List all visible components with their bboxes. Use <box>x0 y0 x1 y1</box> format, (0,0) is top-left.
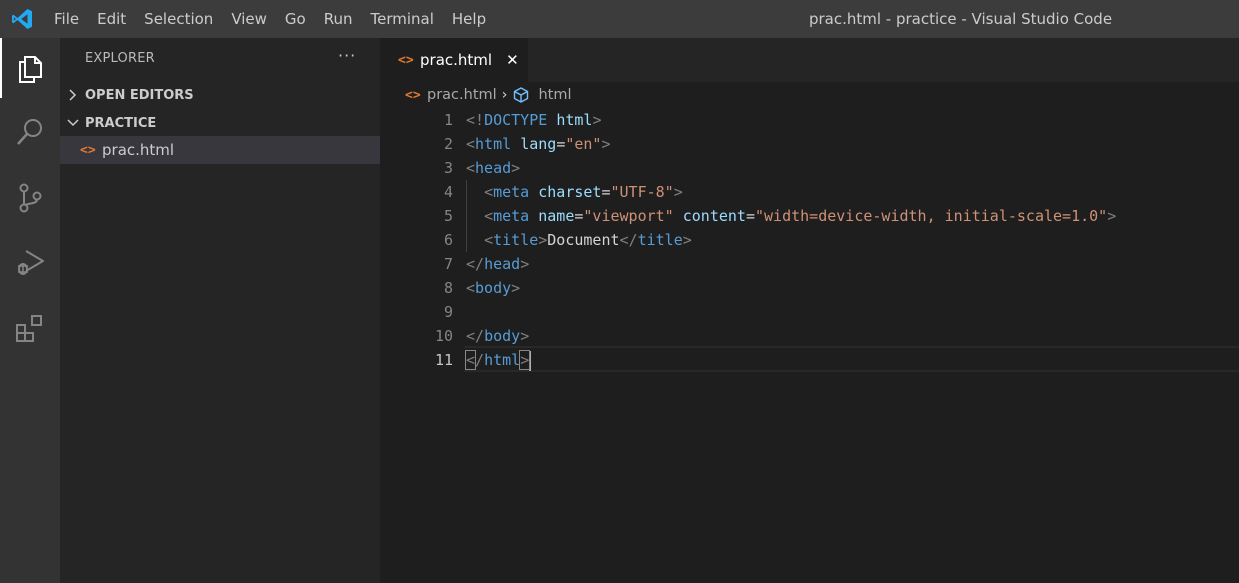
code-line: 6 <title>Document</title> <box>380 228 1239 252</box>
source-control-icon <box>19 183 42 213</box>
practice-folder-section[interactable]: PRACTICE <box>60 111 380 135</box>
code-text: </html> <box>464 350 532 371</box>
tab-label: prac.html <box>420 51 493 69</box>
code-line-current: 11 </html> <box>380 348 1239 372</box>
chevron-right-icon <box>61 83 85 107</box>
menu-selection[interactable]: Selection <box>144 10 213 28</box>
line-number: 11 <box>434 351 453 369</box>
code-line: 9 <box>380 300 1239 324</box>
chevron-down-icon <box>61 111 85 135</box>
code-text: <title>Document</title> <box>484 231 692 249</box>
code-text: <head> <box>466 159 521 177</box>
line-number: 6 <box>443 231 453 249</box>
code-text: <body> <box>466 279 521 297</box>
practice-folder-label: PRACTICE <box>85 115 157 131</box>
line-number: 1 <box>443 111 453 129</box>
code-text: </body> <box>466 327 530 345</box>
line-number: 9 <box>443 303 453 321</box>
activity-bar <box>0 38 60 583</box>
breadcrumb-symbol[interactable]: html <box>538 87 571 103</box>
line-number: 4 <box>443 183 453 201</box>
explorer-icon <box>19 56 42 83</box>
menu-terminal[interactable]: Terminal <box>371 10 434 28</box>
activity-source-control[interactable] <box>0 168 60 228</box>
menu-edit[interactable]: Edit <box>97 10 126 28</box>
activity-extensions[interactable] <box>0 298 60 358</box>
run-debug-icon <box>18 250 44 275</box>
code-text: <meta charset="UTF-8"> <box>484 183 683 201</box>
code-text: <html lang="en"> <box>466 135 611 153</box>
line-number: 7 <box>443 255 453 273</box>
close-icon[interactable]: ✕ <box>506 51 519 69</box>
explorer-title: EXPLORER <box>85 51 155 66</box>
line-number: 2 <box>443 135 453 153</box>
activity-run-debug[interactable] <box>0 232 60 292</box>
line-number: 8 <box>443 279 453 297</box>
code-text: <!DOCTYPE html> <box>466 111 602 129</box>
more-actions-icon[interactable]: ··· <box>338 46 356 65</box>
search-icon <box>17 119 42 145</box>
line-number: 3 <box>443 159 453 177</box>
code-line: 5 <meta name="viewport" content="width=d… <box>380 204 1239 228</box>
open-editors-label: OPEN EDITORS <box>85 87 194 103</box>
activity-explorer[interactable] <box>0 38 60 98</box>
vscode-logo-icon <box>12 9 32 29</box>
code-editor[interactable]: 1 <!DOCTYPE html> 2 <html lang="en"> 3 <… <box>380 108 1239 583</box>
explorer-sidebar: EXPLORER ··· OPEN EDITORS PRACTICE <> pr… <box>60 38 380 583</box>
html-file-icon: <> <box>398 52 414 68</box>
activity-search[interactable] <box>0 102 60 162</box>
code-text: </head> <box>466 255 530 273</box>
tab-prac-html[interactable]: <> prac.html ✕ <box>380 38 528 82</box>
title-bar: File Edit Selection View Go Run Terminal… <box>0 0 1239 38</box>
code-line: 4 <meta charset="UTF-8"> <box>380 180 1239 204</box>
symbol-element-icon <box>514 87 529 103</box>
code-line: 2 <html lang="en"> <box>380 132 1239 156</box>
code-line: 1 <!DOCTYPE html> <box>380 108 1239 132</box>
open-editors-section[interactable]: OPEN EDITORS <box>60 83 380 107</box>
menu-go[interactable]: Go <box>285 10 306 28</box>
menu-run[interactable]: Run <box>324 10 353 28</box>
breadcrumb: <> prac.html › html <box>380 82 1239 108</box>
menu-view[interactable]: View <box>231 10 267 28</box>
breadcrumb-separator: › <box>501 87 508 103</box>
code-text: <meta name="viewport" content="width=dev… <box>484 207 1117 225</box>
menu-help[interactable]: Help <box>452 10 486 28</box>
html-file-icon: <> <box>80 142 96 158</box>
extensions-icon <box>16 315 42 342</box>
text-cursor <box>529 350 532 371</box>
html-file-icon: <> <box>405 87 421 103</box>
breadcrumb-file[interactable]: prac.html <box>427 87 497 103</box>
editor-tab-bar: <> prac.html ✕ <box>380 38 1239 82</box>
line-number: 10 <box>434 327 453 345</box>
code-line: 8 <body> <box>380 276 1239 300</box>
menu-bar: File Edit Selection View Go Run Terminal… <box>54 0 504 38</box>
line-number: 5 <box>443 207 453 225</box>
code-line: 10 </body> <box>380 324 1239 348</box>
file-tree-item-prac-html[interactable]: <> prac.html <box>60 136 380 164</box>
code-line: 7 </head> <box>380 252 1239 276</box>
file-tree-label: prac.html <box>102 141 175 159</box>
menu-file[interactable]: File <box>54 10 79 28</box>
code-line: 3 <head> <box>380 156 1239 180</box>
